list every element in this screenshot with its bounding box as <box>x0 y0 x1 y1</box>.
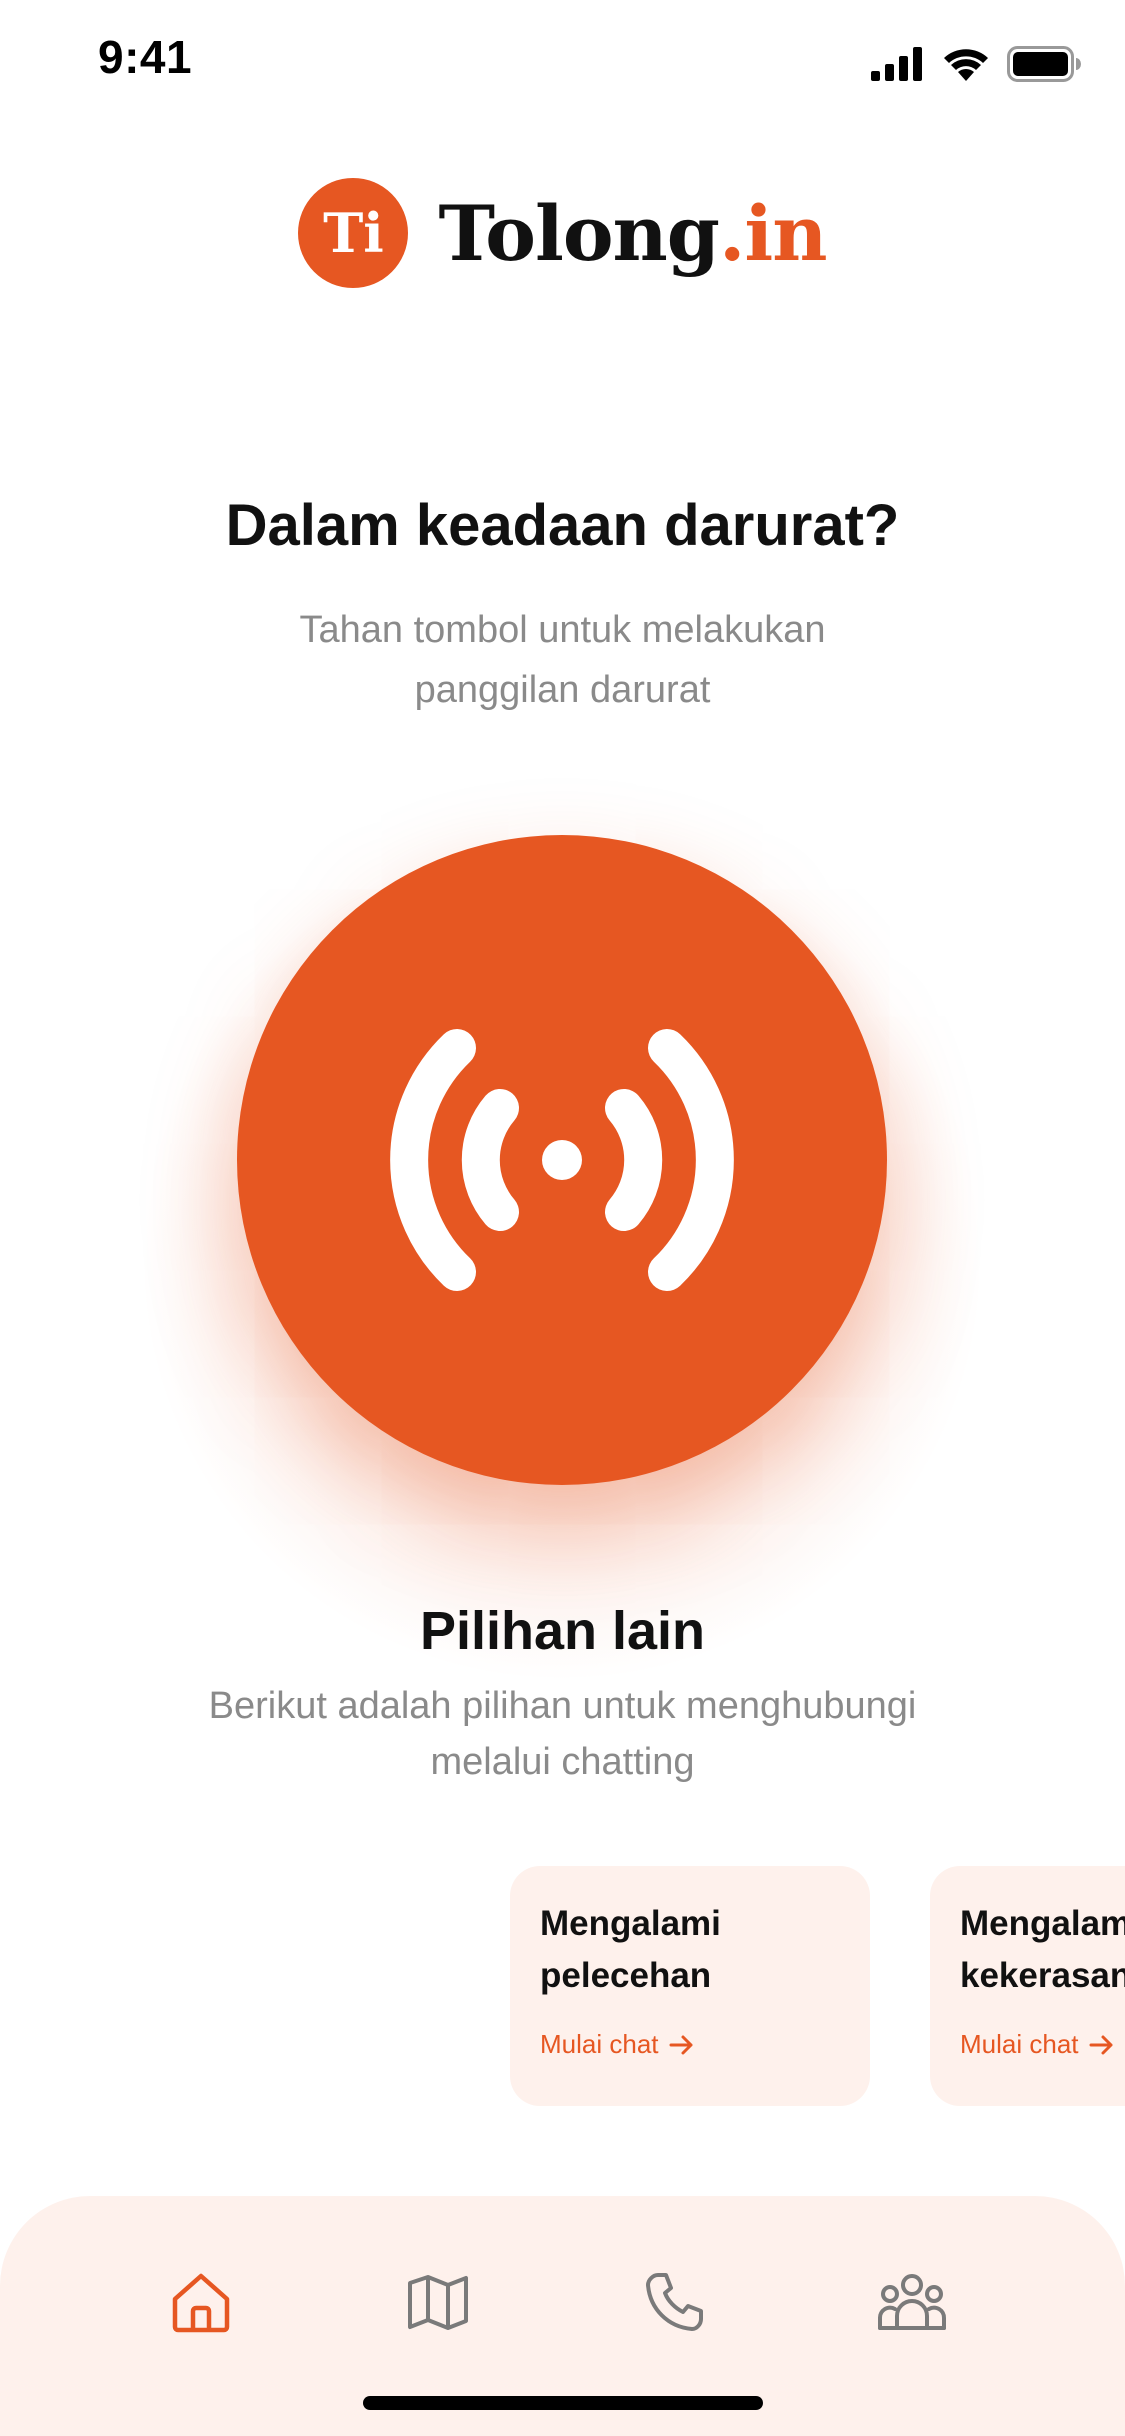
status-icons <box>871 46 1081 82</box>
phone-icon <box>646 2273 703 2331</box>
battery-icon <box>1007 46 1081 82</box>
start-chat-label: Mulai chat <box>960 2029 1079 2059</box>
other-options-subtitle-line-2: melalui chatting <box>430 1741 695 1783</box>
start-chat-link[interactable]: Mulai chat <box>960 2029 1115 2060</box>
other-options-title: Pilihan lain <box>419 1601 706 1661</box>
card-title: Mengalami kekerasan <box>960 1904 1125 1995</box>
nav-community[interactable] <box>872 2262 952 2342</box>
chat-option-card-violence[interactable]: Mengalami kekerasan Mulai chat <box>930 1866 1125 2106</box>
emergency-subtitle: Tahan tombol untuk melakukan panggilan d… <box>0 600 1125 720</box>
other-options-subtitle: Berikut adalah pilihan untuk menghubungi… <box>0 1678 1125 1790</box>
nav-home[interactable] <box>161 2262 241 2342</box>
card-title: Mengalami pelecehan <box>540 1904 721 1995</box>
status-time: 9:41 <box>98 31 193 83</box>
nav-call[interactable] <box>635 2262 715 2342</box>
arrow-right-icon <box>669 2035 692 2054</box>
emergency-subtitle-line-2: panggilan darurat <box>414 669 711 711</box>
emergency-call-button[interactable] <box>237 835 887 1485</box>
logo-suffix: .in <box>718 188 828 278</box>
chat-options-carousel[interactable]: Mengalami pelecehan Mulai chat Mengalami… <box>510 1866 1125 2106</box>
map-icon <box>408 2275 468 2330</box>
logo-wordmark: Tolong.in <box>438 188 828 278</box>
emergency-subtitle-line-1: Tahan tombol untuk melakukan <box>299 609 826 651</box>
broadcast-signal-icon <box>390 1029 734 1291</box>
other-options-subtitle-line-1: Berikut adalah pilihan untuk menghubungi <box>208 1685 917 1727</box>
home-indicator[interactable] <box>363 2396 763 2410</box>
nav-map[interactable] <box>398 2262 478 2342</box>
community-icon <box>878 2274 946 2330</box>
start-chat-label: Mulai chat <box>540 2029 659 2059</box>
cellular-signal-icon <box>871 47 922 81</box>
arrow-right-icon <box>1089 2035 1112 2054</box>
home-icon <box>172 2273 230 2333</box>
wifi-icon <box>944 49 988 81</box>
logo-badge: Ti <box>298 178 409 288</box>
screen: 9:41 Ti Tolong.in Dalam keadaan darurat?… <box>0 0 1125 2436</box>
app-logo: Ti Tolong.in <box>0 178 1125 288</box>
start-chat-link[interactable]: Mulai chat <box>540 2029 695 2060</box>
logo-name: Tolong <box>438 188 719 278</box>
emergency-title: Dalam keadaan darurat? <box>225 493 900 558</box>
chat-option-card-harassment[interactable]: Mengalami pelecehan Mulai chat <box>510 1866 870 2106</box>
